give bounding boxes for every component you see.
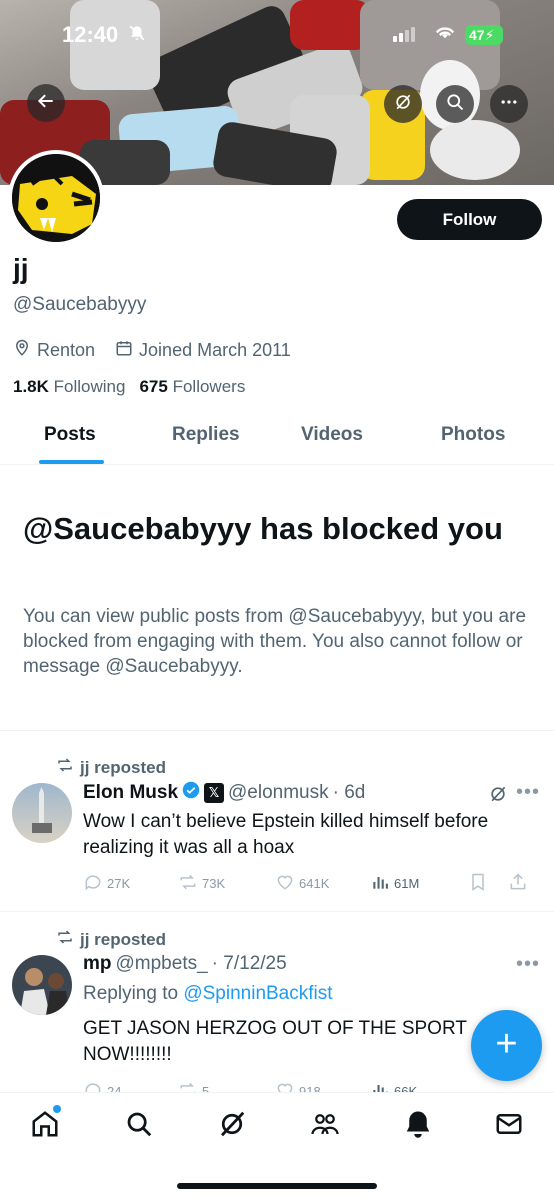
followers-count: 675: [139, 377, 168, 396]
x-logo-icon: 𝕏: [204, 783, 225, 803]
blocked-description: You can view public posts from @Saucebab…: [23, 606, 527, 677]
home-indicator[interactable]: [177, 1183, 377, 1189]
replying-to-link[interactable]: @SpinninBackfist: [183, 983, 332, 1004]
profile-name: jj: [13, 253, 29, 284]
grok-icon[interactable]: [488, 784, 508, 804]
grok-icon[interactable]: [217, 1109, 247, 1139]
followers-link[interactable]: 675 Followers: [139, 377, 245, 397]
reply-count: 27K: [107, 876, 131, 891]
location-icon: [13, 339, 31, 362]
repost-label: jj reposted: [56, 928, 166, 951]
post-actions: 27K 73K 641K 61M: [83, 872, 538, 895]
repost-icon: [56, 756, 74, 779]
post-author-name[interactable]: Elon Musk: [83, 782, 178, 804]
search-icon: [445, 92, 465, 117]
followers-label: Followers: [172, 377, 246, 396]
bookmark-button[interactable]: [468, 872, 508, 895]
location-item: Renton: [13, 339, 95, 362]
joined-item: Joined March 2011: [115, 339, 291, 362]
divider: [0, 730, 554, 731]
views-icon: [370, 872, 390, 895]
repost-icon: [56, 928, 74, 951]
calendar-icon: [115, 339, 133, 362]
following-link[interactable]: 1.8K Following: [13, 377, 125, 397]
post-time: · 6d: [332, 782, 366, 803]
tab-photos[interactable]: Photos: [441, 424, 505, 446]
post-text: GET JASON HERZOG OUT OF THE SPORT NOW!!!…: [83, 1018, 467, 1065]
grok-icon: [393, 92, 413, 117]
profile-tabs: Posts Replies Videos Photos: [0, 412, 554, 465]
post-more-icon[interactable]: •••: [516, 781, 540, 804]
repost-icon: [178, 872, 198, 895]
post-header: Elon Musk 𝕏 @elonmusk · 6d: [83, 781, 365, 805]
views-button[interactable]: 61M: [370, 872, 468, 895]
profile-avatar[interactable]: [8, 150, 104, 246]
post-header: mp @mpbets_ · 7/12/25: [83, 953, 287, 975]
post-author-handle[interactable]: @mpbets_: [116, 953, 208, 975]
like-button[interactable]: 641K: [275, 872, 370, 895]
post-time: · 7/12/25: [211, 953, 287, 974]
home-notification-dot: [53, 1105, 61, 1113]
cellular-signal-icon: [393, 27, 415, 42]
compose-button[interactable]: +: [471, 1010, 542, 1081]
repost-label-text: jj reposted: [80, 929, 166, 949]
back-button[interactable]: [27, 84, 65, 122]
search-icon[interactable]: [124, 1109, 154, 1139]
battery-level: 47: [469, 27, 485, 43]
repost-count: 73K: [202, 876, 226, 891]
follow-button[interactable]: Follow: [397, 199, 542, 240]
status-bar: 12:40 47⚡: [0, 0, 554, 70]
status-time: 12:40: [62, 22, 119, 47]
post-author-handle[interactable]: @elonmusk: [228, 782, 329, 804]
repost-button[interactable]: 73K: [178, 872, 275, 895]
joined-text: Joined March 2011: [139, 340, 291, 360]
grok-button[interactable]: [384, 85, 422, 123]
divider: [0, 911, 554, 912]
views-count: 61M: [394, 876, 420, 891]
post-avatar[interactable]: [12, 783, 72, 843]
replying-to: Replying to @SpinninBackfist: [83, 983, 333, 1005]
more-options-button[interactable]: [490, 85, 528, 123]
post-author-name[interactable]: mp: [83, 953, 112, 975]
follow-counts: 1.8K Following 675 Followers: [13, 377, 245, 397]
communities-icon[interactable]: [310, 1109, 340, 1139]
following-label: Following: [53, 377, 126, 396]
compose-icon: +: [495, 1023, 518, 1065]
profile-meta: Renton Joined March 2011: [13, 339, 291, 362]
verified-icon: [182, 781, 200, 805]
reply-button[interactable]: 27K: [83, 872, 178, 895]
battery-indicator: 47⚡: [465, 25, 503, 45]
bookmark-icon: [468, 872, 488, 895]
reply-icon: [83, 872, 103, 895]
tab-replies[interactable]: Replies: [172, 424, 240, 446]
post-text: Wow I can’t believe Epstein killed himse…: [83, 811, 489, 858]
active-tab-indicator: [39, 460, 104, 464]
more-icon: [499, 92, 519, 117]
tab-posts[interactable]: Posts: [44, 424, 96, 446]
replying-prefix: Replying to: [83, 983, 179, 1004]
home-icon[interactable]: [30, 1109, 60, 1139]
post-more-icon[interactable]: •••: [516, 953, 540, 976]
repost-label-text: jj reposted: [80, 757, 166, 777]
location-text: Renton: [37, 340, 96, 360]
tab-videos[interactable]: Videos: [301, 424, 363, 446]
wifi-icon: [434, 23, 456, 47]
repost-label: jj reposted: [56, 756, 166, 779]
profile-handle: @Saucebabyyy: [13, 294, 147, 315]
like-icon: [275, 872, 295, 895]
back-arrow-icon: [36, 91, 56, 116]
search-button[interactable]: [436, 85, 474, 123]
share-icon: [508, 872, 528, 895]
notifications-icon[interactable]: [403, 1109, 433, 1139]
following-count: 1.8K: [13, 377, 49, 396]
blocked-title: @Saucebabyyy has blocked you: [23, 511, 503, 546]
messages-icon[interactable]: [494, 1109, 524, 1139]
like-count: 641K: [299, 876, 330, 891]
silent-mode-icon: [128, 24, 146, 47]
post-avatar[interactable]: [12, 955, 72, 1015]
share-button[interactable]: [508, 872, 528, 895]
